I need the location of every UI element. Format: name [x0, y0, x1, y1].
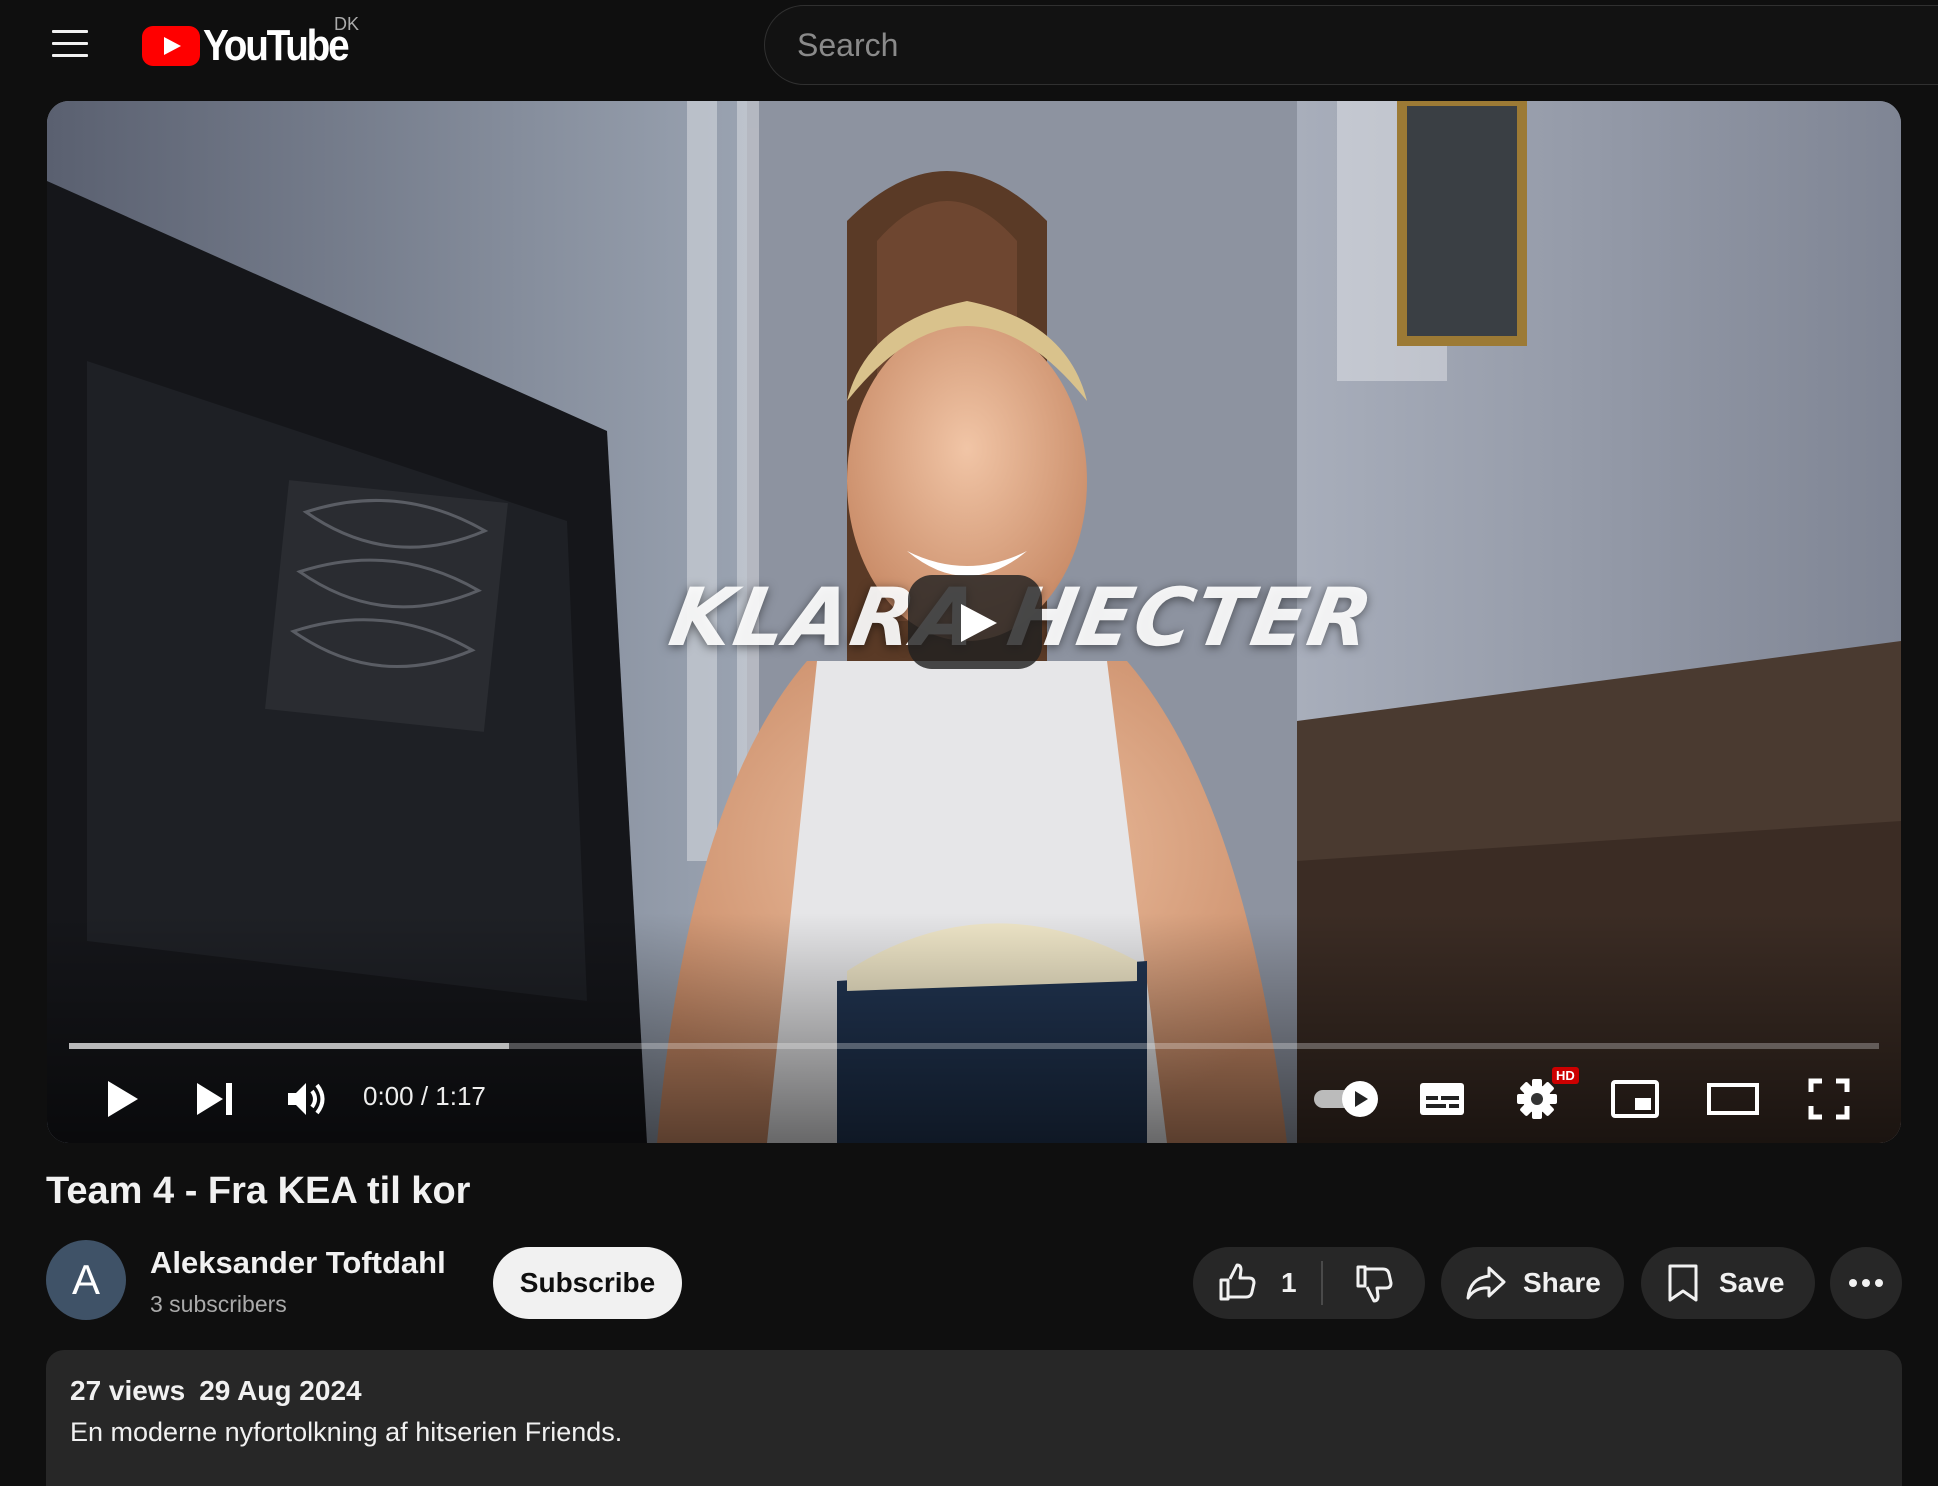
share-label: Share — [1523, 1267, 1601, 1298]
subtitles-icon — [1420, 1083, 1464, 1115]
subscribe-button[interactable]: Subscribe — [493, 1247, 682, 1319]
subscriber-count: 3 subscribers — [150, 1291, 287, 1317]
channel-avatar[interactable]: A — [46, 1240, 126, 1320]
view-count: 27 views — [70, 1375, 186, 1406]
autoplay-toggle-icon — [1314, 1081, 1378, 1117]
video-title: Team 4 - Fra KEA til kor — [46, 1170, 471, 1212]
bookmark-icon — [1668, 1264, 1698, 1302]
top-bar: YouTube DK — [0, 0, 1938, 100]
like-button[interactable]: 1 — [1193, 1247, 1321, 1319]
theater-mode-button[interactable] — [1690, 1069, 1776, 1129]
more-actions-button[interactable] — [1830, 1247, 1902, 1319]
large-play-button[interactable] — [908, 575, 1042, 669]
mute-button[interactable] — [271, 1069, 345, 1129]
volume-icon — [288, 1083, 325, 1115]
fullscreen-button[interactable] — [1789, 1069, 1869, 1129]
autoplay-toggle[interactable] — [1307, 1069, 1387, 1129]
upload-date: 29 Aug 2024 — [199, 1375, 362, 1406]
more-horizontal-icon — [1849, 1279, 1883, 1287]
next-button[interactable] — [177, 1069, 253, 1129]
share-button[interactable]: Share — [1441, 1247, 1624, 1319]
subtitles-button[interactable] — [1402, 1069, 1482, 1129]
channel-name[interactable]: Aleksander Toftdahl — [150, 1245, 446, 1281]
thumbs-up-icon — [1219, 1263, 1256, 1301]
video-player[interactable]: KLARA HECTER 0:00 / 1:17 HD — [47, 101, 1901, 1143]
progress-loaded — [69, 1043, 509, 1049]
fullscreen-icon — [1808, 1078, 1850, 1120]
like-count: 1 — [1281, 1267, 1297, 1298]
save-button[interactable]: Save — [1641, 1247, 1815, 1319]
share-icon — [1466, 1266, 1506, 1300]
search-input[interactable] — [797, 6, 1897, 84]
description-text: En moderne nyfortolkning af hitserien Fr… — [70, 1417, 623, 1447]
miniplayer-button[interactable] — [1595, 1069, 1675, 1129]
time-display: 0:00 / 1:17 — [363, 1081, 486, 1111]
progress-bar[interactable] — [69, 1043, 1879, 1049]
like-dislike-group: 1 — [1193, 1247, 1425, 1319]
search-box[interactable] — [764, 5, 1938, 85]
description-meta: 27 views 29 Aug 2024 — [70, 1375, 362, 1407]
logo-text: YouTube — [203, 21, 350, 70]
play-icon — [108, 1081, 138, 1117]
dislike-button[interactable] — [1323, 1247, 1425, 1319]
theater-mode-icon — [1707, 1083, 1759, 1115]
play-button[interactable] — [87, 1069, 157, 1129]
country-code: DK — [334, 14, 360, 34]
miniplayer-icon — [1611, 1080, 1659, 1118]
hd-badge: HD — [1552, 1067, 1579, 1084]
menu-icon[interactable] — [44, 22, 96, 66]
youtube-play-logo-icon — [142, 26, 200, 66]
gear-icon — [1517, 1079, 1557, 1119]
thumbs-down-icon — [1356, 1265, 1393, 1303]
skip-next-icon — [197, 1083, 232, 1115]
description-box[interactable]: 27 views 29 Aug 2024 En moderne nyfortolk… — [46, 1350, 1902, 1486]
save-label: Save — [1719, 1267, 1785, 1298]
